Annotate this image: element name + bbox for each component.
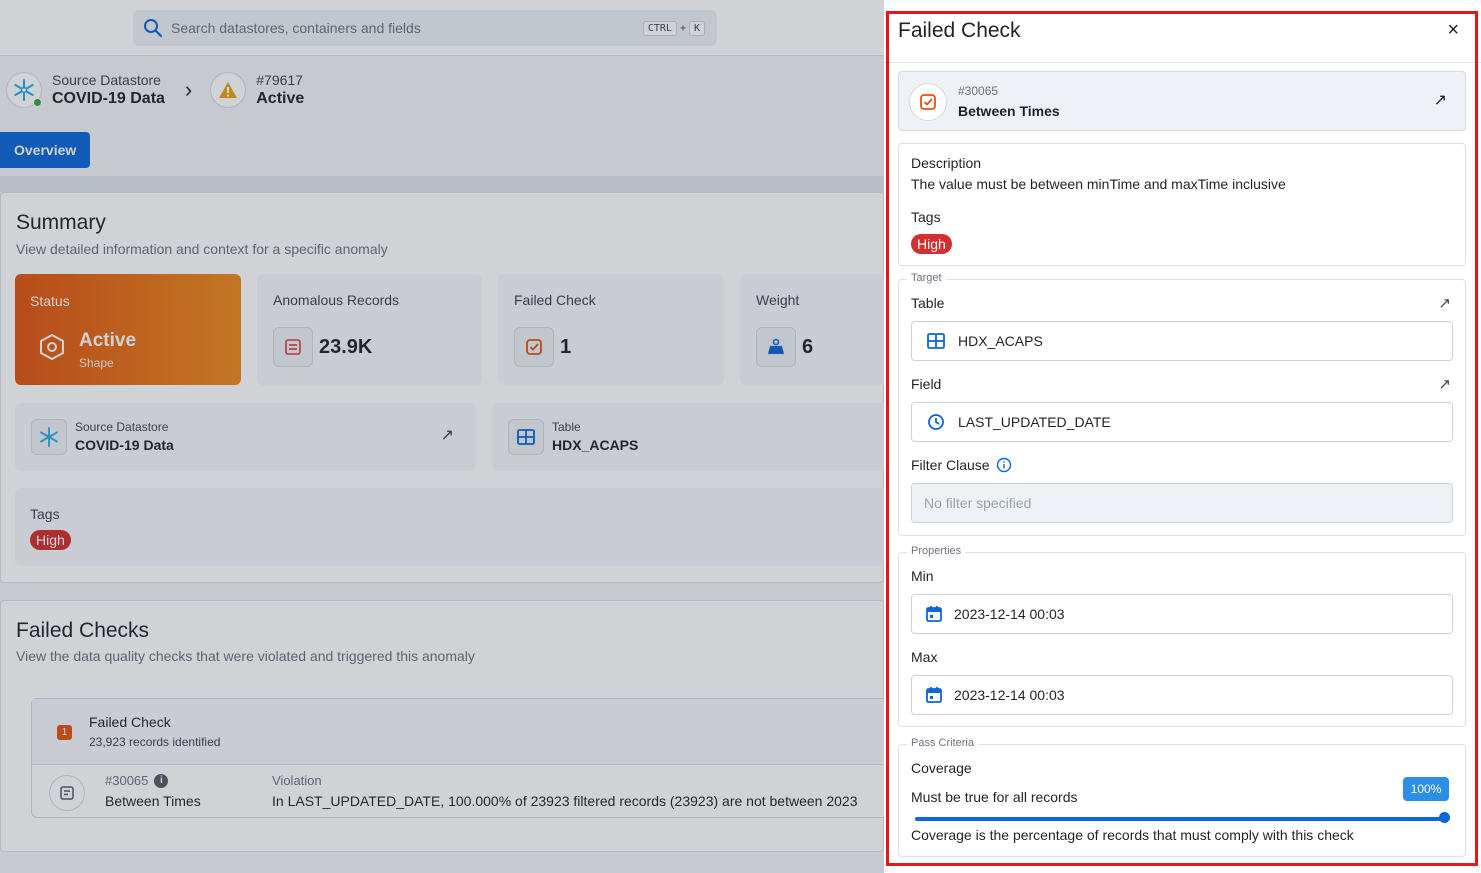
arrow-up-right-icon[interactable]: ↗ <box>1438 375 1451 393</box>
max-field: 2023-12-14 00:03 <box>911 675 1453 715</box>
table-label: Table <box>911 295 945 311</box>
table-field: HDX_ACAPS <box>911 321 1453 361</box>
drawer-title: Failed Check <box>898 19 1021 42</box>
coverage-value-bubble: 100% <box>1403 777 1449 801</box>
field-value: LAST_UPDATED_DATE <box>958 414 1111 430</box>
table-icon <box>926 331 946 351</box>
min-label: Min <box>911 568 934 584</box>
calendar-icon <box>924 604 944 624</box>
coverage-help-text: Coverage is the percentage of records th… <box>911 827 1354 843</box>
check-id: #30065 <box>958 84 999 98</box>
pass-criteria-legend: Pass Criteria <box>907 737 978 749</box>
table-value: HDX_ACAPS <box>958 333 1043 349</box>
properties-legend: Properties <box>907 545 966 557</box>
tags-label: Tags <box>911 209 941 225</box>
properties-panel: Properties Min 2023-12-14 00:03 Max 2023… <box>898 545 1466 727</box>
arrow-up-right-icon[interactable]: ↗ <box>1434 90 1447 110</box>
coverage-slider-track <box>915 817 1445 821</box>
arrow-up-right-icon[interactable]: ↗ <box>1438 294 1451 312</box>
description-text: The value must be between minTime and ma… <box>911 176 1286 192</box>
anomaly-page: Search datastores, containers and fields… <box>0 0 884 873</box>
min-value: 2023-12-14 00:03 <box>954 606 1065 622</box>
modal-backdrop[interactable] <box>0 0 884 873</box>
field-label: Field <box>911 376 942 392</box>
field-field: LAST_UPDATED_DATE <box>911 402 1453 442</box>
check-summary-card[interactable]: #30065 Between Times ↗ <box>898 71 1466 131</box>
pass-criteria-panel: Pass Criteria Coverage Must be true for … <box>898 737 1466 857</box>
calendar-icon <box>924 685 944 705</box>
filter-label: Filter Clause <box>911 457 990 473</box>
drawer-header: Failed Check × <box>884 0 1481 63</box>
close-icon[interactable]: × <box>1447 20 1459 40</box>
max-label: Max <box>911 649 938 665</box>
filter-label-row: Filter Clause <box>911 457 1012 473</box>
filter-clause-input: No filter specified <box>911 483 1453 523</box>
min-field: 2023-12-14 00:03 <box>911 594 1453 634</box>
coverage-text: Must be true for all records <box>911 789 1078 805</box>
coverage-label: Coverage <box>911 760 972 776</box>
info-icon[interactable] <box>996 457 1012 473</box>
coverage-slider-thumb[interactable] <box>1439 812 1450 823</box>
target-panel: Target Table ↗ HDX_ACAPS Field ↗ LAST_UP… <box>898 272 1466 536</box>
check-icon <box>909 83 947 121</box>
max-value: 2023-12-14 00:03 <box>954 687 1065 703</box>
description-label: Description <box>911 155 982 171</box>
target-legend: Target <box>907 272 946 284</box>
failed-check-drawer: Failed Check × #30065 Between Times ↗ De… <box>884 0 1481 873</box>
tag-badge[interactable]: High <box>911 234 952 254</box>
check-name: Between Times <box>958 103 1060 119</box>
description-panel: Description The value must be between mi… <box>898 143 1466 266</box>
clock-icon <box>926 412 946 432</box>
filter-placeholder: No filter specified <box>924 495 1032 511</box>
